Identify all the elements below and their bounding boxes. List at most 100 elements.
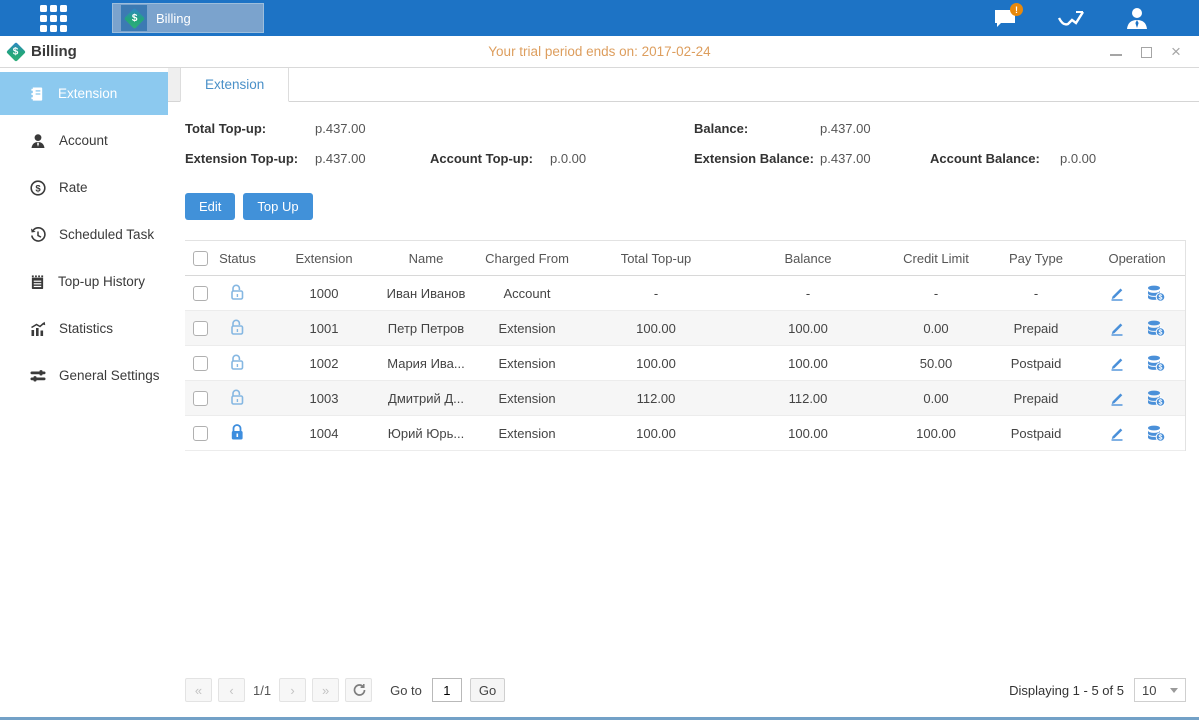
- edit-button[interactable]: Edit: [185, 193, 235, 220]
- sidebar-item-account[interactable]: Account: [0, 119, 168, 162]
- lock-closed-icon[interactable]: [210, 423, 265, 444]
- row-total-topup: 100.00: [585, 356, 727, 371]
- edit-row-button[interactable]: [1108, 319, 1126, 337]
- topup-row-icon: $: [1146, 354, 1166, 372]
- extension-balance-value: p.437.00: [820, 151, 930, 166]
- total-topup-value: p.437.00: [315, 121, 430, 136]
- sidebar-item-topup-history[interactable]: Top-up History: [0, 260, 168, 303]
- topup-row-button[interactable]: $: [1146, 284, 1166, 302]
- svg-text:$: $: [1159, 330, 1163, 337]
- topup-row-button[interactable]: $: [1146, 319, 1166, 337]
- row-checkbox[interactable]: [193, 391, 208, 406]
- goto-page-input[interactable]: [432, 678, 462, 702]
- edit-row-icon: [1108, 424, 1126, 442]
- topup-row-icon: $: [1146, 319, 1166, 337]
- account-balance-value: p.0.00: [1060, 151, 1186, 166]
- edit-row-button[interactable]: [1108, 354, 1126, 372]
- sidebar-item-extension[interactable]: Extension: [0, 72, 168, 115]
- row-pay-type: Prepaid: [983, 391, 1089, 406]
- row-pay-type: Postpaid: [983, 356, 1089, 371]
- row-name: Петр Петров: [383, 321, 469, 336]
- topup-row-icon: $: [1146, 389, 1166, 407]
- edit-row-icon: [1108, 389, 1126, 407]
- row-extension: 1004: [265, 426, 383, 441]
- page-size-select[interactable]: 10: [1134, 678, 1186, 702]
- topup-row-button[interactable]: $: [1146, 424, 1166, 442]
- prev-page-button[interactable]: ‹: [218, 678, 245, 702]
- app-grid-icon[interactable]: [38, 3, 68, 33]
- table-row: 1004Юрий Юрь...Extension100.00100.00100.…: [185, 416, 1185, 451]
- row-charged-from: Extension: [469, 321, 585, 336]
- row-operations: $: [1089, 354, 1185, 372]
- table-row: 1001Петр ПетровExtension100.00100.000.00…: [185, 311, 1185, 346]
- edit-row-icon: [1108, 319, 1126, 337]
- row-extension: 1003: [265, 391, 383, 406]
- row-credit-limit: -: [889, 286, 983, 301]
- first-page-button[interactable]: «: [185, 678, 212, 702]
- lock-open-icon[interactable]: [210, 283, 265, 304]
- row-checkbox[interactable]: [193, 356, 208, 371]
- row-credit-limit: 50.00: [889, 356, 983, 371]
- edit-row-button[interactable]: [1108, 389, 1126, 407]
- row-pay-type: -: [983, 286, 1089, 301]
- sidebar-item-label: Statistics: [59, 321, 113, 336]
- user-icon[interactable]: [1123, 5, 1151, 31]
- row-operations: $: [1089, 389, 1185, 407]
- row-balance: 100.00: [727, 321, 889, 336]
- row-operations: $: [1089, 319, 1185, 337]
- maximize-icon[interactable]: [1139, 45, 1153, 59]
- chart-icon[interactable]: [1057, 5, 1085, 31]
- topup-row-button[interactable]: $: [1146, 389, 1166, 407]
- row-name: Мария Ива...: [383, 356, 469, 371]
- topup-row-icon: $: [1146, 284, 1166, 302]
- close-icon[interactable]: ×: [1169, 45, 1183, 59]
- row-total-topup: -: [585, 286, 727, 301]
- messages-icon[interactable]: !: [991, 5, 1019, 31]
- row-checkbox[interactable]: [193, 286, 208, 301]
- sidebar-item-scheduled-task[interactable]: Scheduled Task: [0, 213, 168, 256]
- minimize-icon[interactable]: [1109, 45, 1123, 59]
- billing-diamond-icon: $: [6, 42, 26, 62]
- page-indicator: 1/1: [253, 683, 271, 698]
- refresh-icon[interactable]: [345, 678, 372, 702]
- edit-row-button[interactable]: [1108, 284, 1126, 302]
- svg-text:$: $: [1159, 365, 1163, 372]
- go-button[interactable]: Go: [470, 678, 505, 702]
- taskbar-billing-tab[interactable]: $ Billing: [112, 3, 264, 33]
- lock-open-icon[interactable]: [210, 388, 265, 409]
- window-title: $ Billing: [9, 43, 77, 60]
- sidebar-item-general-settings[interactable]: General Settings: [0, 354, 168, 397]
- balance-value: p.437.00: [820, 121, 930, 136]
- row-total-topup: 100.00: [585, 426, 727, 441]
- row-operations: $: [1089, 284, 1185, 302]
- next-page-button[interactable]: ›: [279, 678, 306, 702]
- svg-text:$: $: [1159, 295, 1163, 302]
- sidebar: Extension Account $ Rate Scheduled Task …: [0, 68, 168, 717]
- last-page-button[interactable]: »: [312, 678, 339, 702]
- row-credit-limit: 0.00: [889, 321, 983, 336]
- sidebar-item-rate[interactable]: $ Rate: [0, 166, 168, 209]
- window-header: $ Billing Your trial period ends on: 201…: [0, 36, 1199, 68]
- col-credit-limit: Credit Limit: [889, 251, 983, 266]
- row-name: Иван Иванов: [383, 286, 469, 301]
- sidebar-item-statistics[interactable]: Statistics: [0, 307, 168, 350]
- edit-row-button[interactable]: [1108, 424, 1126, 442]
- col-name: Name: [383, 251, 469, 266]
- topup-button[interactable]: Top Up: [243, 193, 312, 220]
- lock-open-icon[interactable]: [210, 353, 265, 374]
- chevron-down-icon: [1170, 688, 1178, 693]
- table-row: 1003Дмитрий Д...Extension112.00112.000.0…: [185, 381, 1185, 416]
- sidebar-item-label: Rate: [59, 180, 88, 195]
- row-checkbox[interactable]: [193, 321, 208, 336]
- row-checkbox[interactable]: [193, 426, 208, 441]
- table-body: 1000Иван ИвановAccount----$1001Петр Петр…: [185, 276, 1185, 451]
- edit-row-icon: [1108, 354, 1126, 372]
- tab-extension[interactable]: Extension: [180, 68, 289, 102]
- lock-open-icon[interactable]: [210, 318, 265, 339]
- select-all-checkbox[interactable]: [193, 251, 208, 266]
- col-balance: Balance: [727, 251, 889, 266]
- dollar-circle-icon: $: [30, 180, 46, 196]
- topup-row-button[interactable]: $: [1146, 354, 1166, 372]
- col-status: Status: [210, 251, 265, 266]
- col-extension: Extension: [265, 251, 383, 266]
